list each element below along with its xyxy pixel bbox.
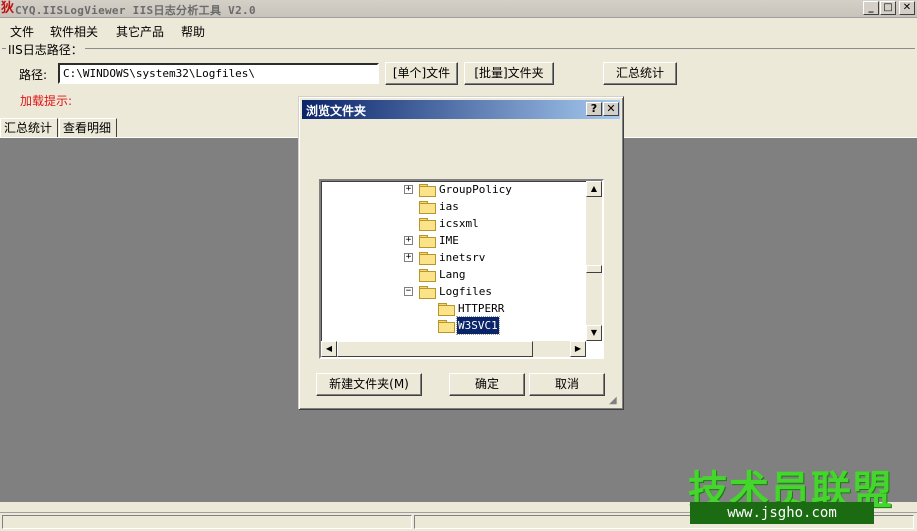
scroll-up-icon[interactable]: ▲ (586, 181, 602, 197)
folder-icon (438, 303, 455, 316)
app-icon: 狄 (1, 1, 15, 16)
minimize-button[interactable]: _ (863, 1, 879, 15)
tree-node-label: IME (439, 234, 459, 247)
menu-software[interactable]: 软件相关 (50, 23, 98, 40)
tree-node-label: Lang (439, 268, 466, 281)
dialog-close-button[interactable]: ✕ (603, 102, 619, 116)
menu-help[interactable]: 帮助 (181, 23, 205, 40)
scroll-down-icon[interactable]: ▼ (586, 325, 602, 341)
folder-icon (419, 269, 436, 282)
menu-other-products[interactable]: 其它产品 (116, 23, 164, 40)
expand-icon[interactable]: + (404, 236, 413, 245)
dialog-title-bar: 浏览文件夹 ? ✕ (302, 100, 620, 119)
help-button[interactable]: ? (586, 102, 602, 116)
tree-node-label: Logfiles (439, 285, 492, 298)
new-folder-button[interactable]: 新建文件夹(M) (316, 373, 422, 396)
path-label: 路径: (19, 68, 48, 82)
single-file-button[interactable]: [单个]文件 (385, 62, 458, 85)
path-input[interactable]: C:\WINDOWS\system32\Logfiles\ (58, 63, 379, 84)
tree-node-label: GroupPolicy (439, 183, 512, 196)
expand-icon[interactable]: + (404, 185, 413, 194)
folder-icon (419, 201, 436, 214)
expand-icon[interactable]: + (404, 253, 413, 262)
scroll-right-icon[interactable]: ▶ (570, 341, 586, 357)
resize-grip-icon[interactable]: ◢ (609, 395, 621, 407)
tab-details[interactable]: 查看明细 (59, 118, 117, 138)
collapse-icon[interactable]: − (404, 287, 413, 296)
menu-file[interactable]: 文件 (10, 23, 34, 40)
folder-tree[interactable]: + GroupPolicy ias icsxml + IME + inetsrv (319, 179, 604, 359)
tab-summary[interactable]: 汇总统计 (0, 118, 58, 138)
status-segment (2, 515, 412, 529)
window-title: CYQ.IISLogViewer IIS日志分析工具 V2.0 (15, 4, 256, 17)
open-folder-icon (438, 320, 455, 333)
cancel-button[interactable]: 取消 (529, 373, 605, 396)
browse-folder-dialog: 浏览文件夹 ? ✕ + GroupPolicy ias icsxml + IME (298, 96, 624, 410)
tree-node-label: icsxml (439, 217, 479, 230)
folder-icon (419, 184, 436, 197)
folder-icon (419, 218, 436, 231)
tree-node-label-selected: W3SVC1 (456, 316, 500, 335)
vertical-scroll-thumb[interactable] (586, 265, 602, 273)
tree-node-label: HTTPERR (458, 302, 505, 315)
watermark-url: www.jsgho.com (690, 502, 874, 524)
horizontal-scrollbar[interactable]: ◀ ▶ (321, 341, 586, 357)
ok-button[interactable]: 确定 (449, 373, 525, 396)
maximize-button[interactable]: □ (880, 1, 896, 15)
tree-node-label: ias (439, 200, 459, 213)
horizontal-scroll-thumb[interactable] (337, 341, 533, 357)
vertical-scrollbar[interactable]: ▲ ▼ (586, 181, 602, 341)
load-hint-label: 加载提示: (20, 94, 73, 108)
summary-stats-button[interactable]: 汇总统计 (603, 62, 677, 85)
folder-icon (419, 252, 436, 265)
dialog-title: 浏览文件夹 (306, 104, 367, 118)
batch-folder-button[interactable]: [批量]文件夹 (464, 62, 554, 85)
scroll-left-icon[interactable]: ◀ (321, 341, 337, 357)
folder-icon (419, 235, 436, 248)
path-group-legend: IIS日志路径： (6, 41, 85, 58)
close-button[interactable]: ✕ (899, 1, 915, 15)
tree-node-label: inetsrv (439, 251, 486, 264)
folder-icon (419, 286, 436, 299)
